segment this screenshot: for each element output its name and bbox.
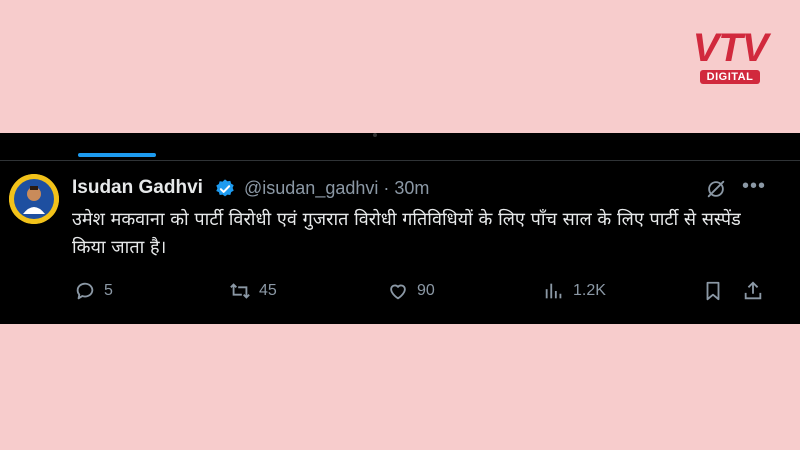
- reply-icon: [76, 282, 94, 300]
- retweet-count: 45: [259, 282, 277, 299]
- verified-badge-icon: [216, 179, 234, 197]
- like-button[interactable]: 90: [387, 279, 435, 303]
- retweet-icon: [230, 283, 250, 299]
- retweet-button[interactable]: 45: [229, 279, 277, 303]
- reply-button[interactable]: 5: [74, 279, 113, 303]
- tweet-screenshot: Isudan Gadhvi @isudan_gadhvi · 30m ••• उ…: [0, 133, 800, 324]
- share-icon: [744, 281, 762, 300]
- like-icon: [390, 284, 406, 300]
- author-name[interactable]: Isudan Gadhvi: [72, 177, 203, 199]
- hide-icon[interactable]: [705, 178, 727, 200]
- logo-subtitle: DIGITAL: [700, 70, 760, 84]
- bookmark-button[interactable]: [702, 279, 732, 303]
- views-button[interactable]: 1.2K: [543, 279, 606, 303]
- more-icon[interactable]: •••: [742, 176, 766, 196]
- views-count: 1.2K: [573, 282, 606, 299]
- share-button[interactable]: [742, 279, 772, 303]
- reply-count: 5: [104, 282, 113, 299]
- bookmark-icon: [706, 281, 720, 301]
- vtv-digital-logo: VTV DIGITAL: [680, 28, 780, 88]
- tab-marker: [373, 133, 377, 137]
- like-count: 90: [417, 282, 435, 299]
- active-tab-indicator[interactable]: [78, 153, 156, 157]
- tweet-text: उमेश मकवाना को पार्टी विरोधी एवं गुजरात …: [72, 209, 741, 258]
- handle-and-time[interactable]: @isudan_gadhvi · 30m: [244, 178, 429, 199]
- divider: [0, 160, 800, 161]
- views-icon: [545, 283, 562, 299]
- avatar[interactable]: [9, 174, 59, 224]
- avatar-image: [9, 174, 59, 224]
- logo-brand: VTV: [692, 26, 769, 70]
